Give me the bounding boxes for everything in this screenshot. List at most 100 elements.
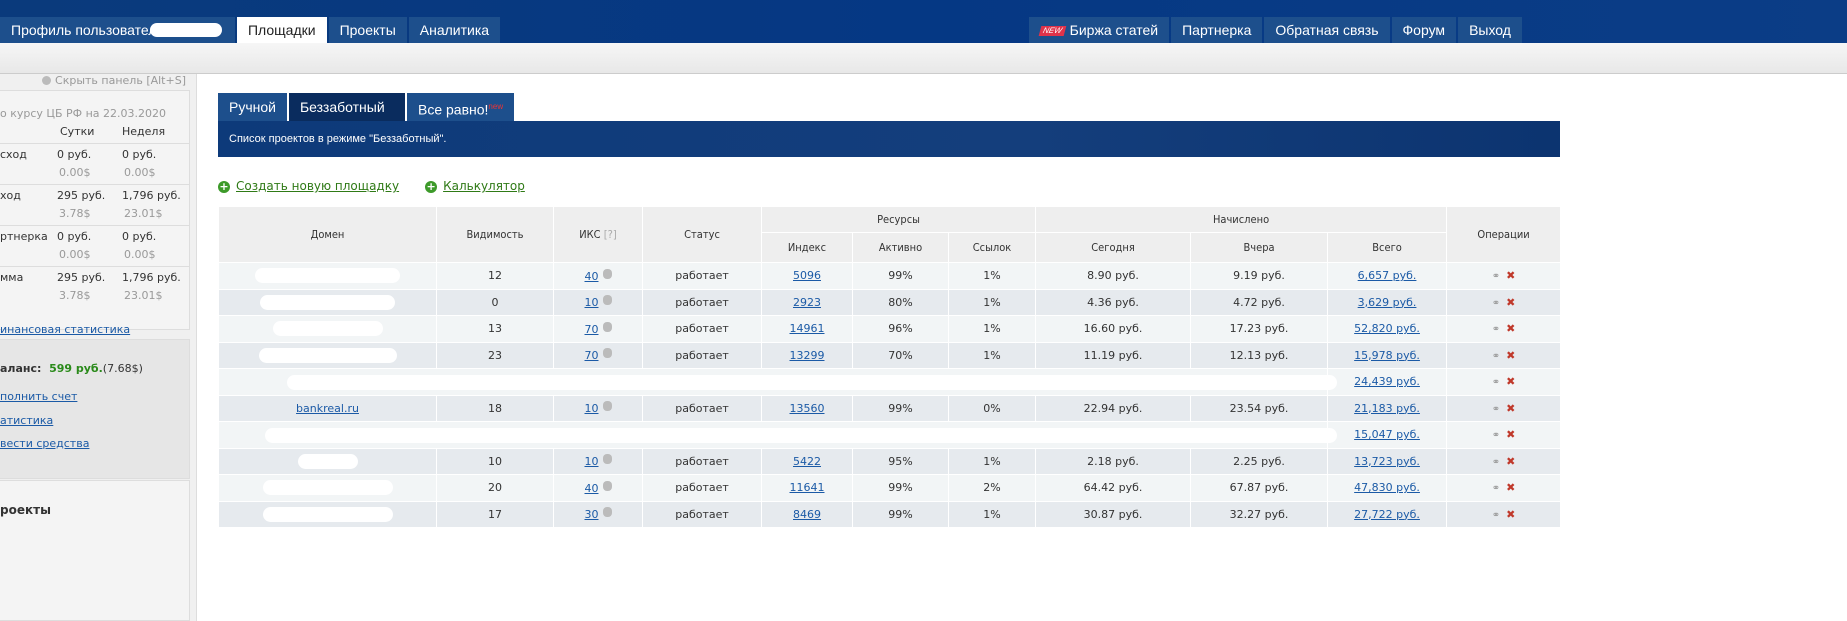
nav-partner[interactable]: Партнерка (1171, 17, 1263, 43)
delete-icon[interactable]: ✖ (1506, 349, 1515, 362)
delete-icon[interactable]: ✖ (1506, 322, 1515, 335)
link-chain-icon[interactable]: ⚭ (1492, 377, 1500, 388)
total-link[interactable]: 6,657 руб. (1358, 269, 1417, 282)
link-chain-icon[interactable]: ⚭ (1492, 483, 1500, 494)
iks-link[interactable]: 40 (585, 482, 599, 495)
nav-feedback[interactable]: Обратная связь (1264, 17, 1390, 43)
sub-header-bar (0, 43, 1847, 74)
index-link[interactable]: 5422 (793, 455, 821, 468)
col-links[interactable]: Ссылок (947, 232, 1037, 263)
total-link[interactable]: 21,183 руб. (1354, 402, 1420, 415)
divider (0, 266, 189, 267)
info-icon[interactable] (602, 401, 612, 412)
fin-week-value: 1,796 руб. (122, 271, 181, 284)
index-link[interactable]: 8469 (793, 508, 821, 521)
link-chain-icon[interactable]: ⚭ (1492, 457, 1500, 468)
iks-link[interactable]: 10 (585, 455, 599, 468)
calculator-action[interactable]: + Калькулятор (425, 179, 525, 193)
info-icon[interactable] (602, 348, 612, 359)
nav-analytics[interactable]: Аналитика (408, 17, 501, 43)
info-icon[interactable] (602, 295, 612, 306)
delete-icon[interactable]: ✖ (1506, 428, 1515, 441)
table-row: bankreal.ru 18 10 работает 13560 99% 0% 22.94 р… (218, 394, 1562, 422)
link-chain-icon[interactable]: ⚭ (1492, 404, 1500, 415)
create-site-action[interactable]: + Создать новую площадку (218, 179, 399, 193)
index-link[interactable]: 13299 (790, 349, 825, 362)
delete-icon[interactable]: ✖ (1506, 455, 1515, 468)
total-link[interactable]: 15,978 руб. (1354, 349, 1420, 362)
iks-link[interactable]: 70 (585, 349, 599, 362)
iks-link[interactable]: 10 (585, 402, 599, 415)
nav-profile[interactable]: Профиль пользователя (0, 17, 235, 43)
tab-carefree[interactable]: Беззаботный (288, 93, 407, 121)
cell-operations: ⚭ ✖ (1446, 288, 1562, 316)
link-chain-icon[interactable]: ⚭ (1492, 298, 1500, 309)
col-active[interactable]: Активно (852, 232, 949, 263)
index-link[interactable]: 11641 (790, 481, 825, 494)
cell-iks: 40 (553, 474, 643, 502)
finance-stats-link[interactable]: инансовая статистика (0, 323, 130, 336)
index-link[interactable]: 14961 (790, 322, 825, 335)
col-visibility[interactable]: Видимость (436, 206, 554, 263)
info-icon[interactable] (602, 507, 612, 518)
delete-icon[interactable]: ✖ (1506, 375, 1515, 388)
delete-icon[interactable]: ✖ (1506, 269, 1515, 282)
iks-link[interactable]: 40 (585, 270, 599, 283)
nav-projects[interactable]: Проекты (328, 17, 407, 43)
yesterday-value: 4.72 руб. (1233, 295, 1285, 309)
nav-sites[interactable]: Площадки (236, 17, 327, 43)
col-status[interactable]: Статус (642, 206, 762, 263)
nav-logout[interactable]: Выход (1458, 17, 1522, 43)
create-site-link[interactable]: Создать новую площадку (236, 179, 399, 193)
col-yesterday[interactable]: Вчера (1190, 232, 1329, 263)
iks-link[interactable]: 10 (585, 296, 599, 309)
link-chain-icon[interactable]: ⚭ (1492, 430, 1500, 441)
info-icon[interactable] (602, 268, 612, 279)
cell-index: 5096 (761, 262, 853, 290)
index-link[interactable]: 5096 (793, 269, 821, 282)
info-icon[interactable] (602, 321, 612, 332)
info-icon[interactable] (602, 480, 612, 491)
total-link[interactable]: 15,047 руб. (1354, 428, 1420, 441)
delete-icon[interactable]: ✖ (1506, 481, 1515, 494)
index-link[interactable]: 2923 (793, 296, 821, 309)
cell-visibility: 18 (436, 394, 554, 422)
link-chain-icon[interactable]: ⚭ (1492, 510, 1500, 521)
cell-total: 6,657 руб. (1327, 262, 1448, 290)
withdraw-link[interactable]: вести средства (0, 437, 89, 450)
hide-panel-button[interactable]: Скрыть панель [Alt+S] (42, 74, 186, 87)
total-link[interactable]: 47,830 руб. (1354, 481, 1420, 494)
total-link[interactable]: 52,820 руб. (1354, 322, 1420, 335)
link-chain-icon[interactable]: ⚭ (1492, 351, 1500, 362)
delete-icon[interactable]: ✖ (1506, 296, 1515, 309)
col-index[interactable]: Индекс (761, 232, 853, 263)
col-iks[interactable]: ИКС [?] (553, 206, 643, 263)
tab-manual[interactable]: Ручной (218, 93, 289, 121)
sites-table: Домен Видимость ИКС [?] Статус Ресурсы Н… (217, 206, 1562, 528)
total-link[interactable]: 13,723 руб. (1354, 455, 1420, 468)
total-link[interactable]: 27,722 руб. (1354, 508, 1420, 521)
nav-forum[interactable]: Форум (1391, 17, 1457, 43)
iks-link[interactable]: 30 (585, 508, 599, 521)
nav-article-exchange[interactable]: NEW Биржа статей (1029, 17, 1170, 43)
col-today[interactable]: Сегодня (1035, 232, 1192, 263)
col-domain[interactable]: Домен (218, 206, 437, 263)
domain-link[interactable]: bankreal.ru (296, 402, 359, 415)
link-chain-icon[interactable]: ⚭ (1492, 324, 1500, 335)
statistics-link[interactable]: атистика (0, 414, 53, 427)
help-icon[interactable]: [?] (604, 228, 617, 241)
total-link[interactable]: 3,629 руб. (1358, 296, 1417, 309)
col-total[interactable]: Всего (1327, 232, 1448, 263)
index-link[interactable]: 13560 (790, 402, 825, 415)
tab-whatever[interactable]: Все равно!new (406, 93, 517, 121)
calculator-link[interactable]: Калькулятор (443, 179, 525, 193)
total-link[interactable]: 24,439 руб. (1354, 375, 1420, 388)
divider (0, 143, 189, 144)
cell-today: 4.36 руб. (1035, 288, 1192, 316)
top-up-link[interactable]: полнить счет (0, 390, 77, 403)
link-chain-icon[interactable]: ⚭ (1492, 271, 1500, 282)
info-icon[interactable] (602, 454, 612, 465)
delete-icon[interactable]: ✖ (1506, 508, 1515, 521)
delete-icon[interactable]: ✖ (1506, 402, 1515, 415)
iks-link[interactable]: 70 (585, 323, 599, 336)
